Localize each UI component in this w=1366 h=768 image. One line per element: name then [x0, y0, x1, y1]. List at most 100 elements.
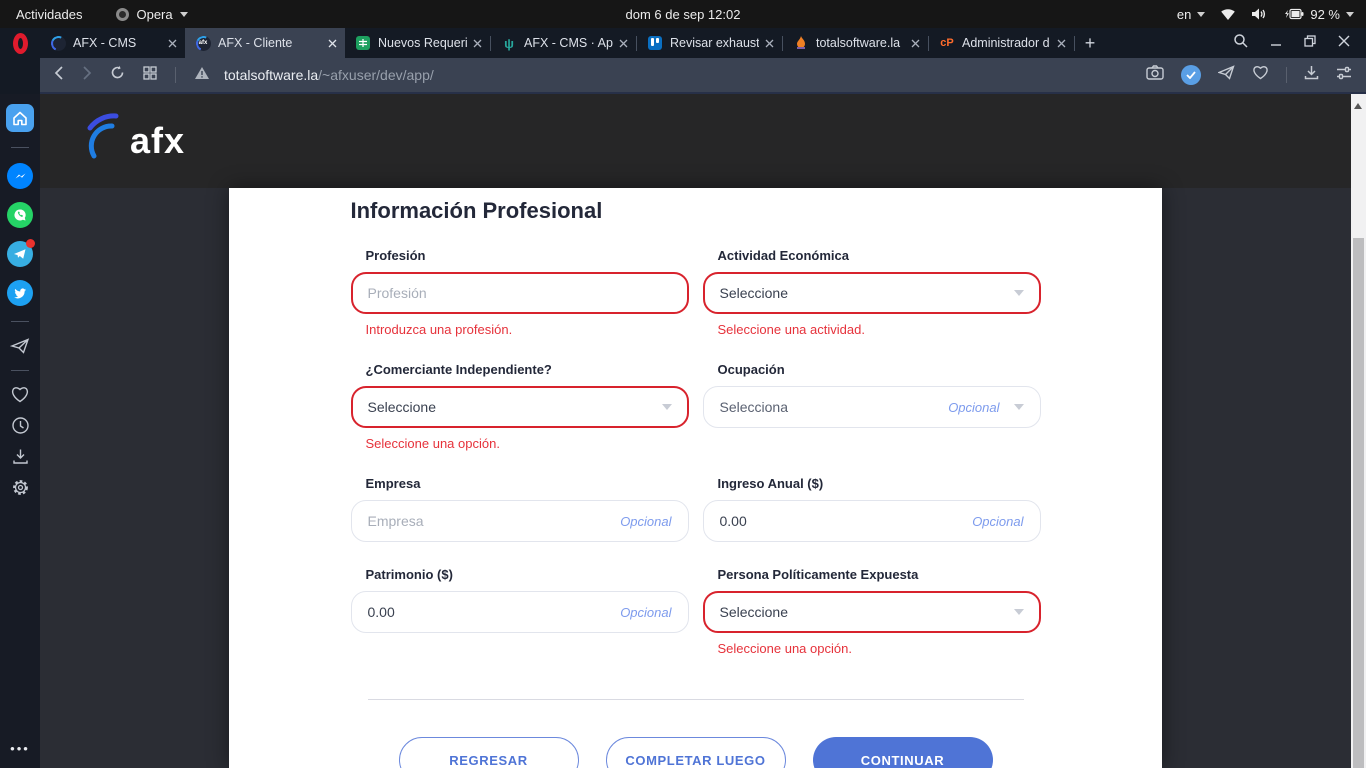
ingreso-anual-input[interactable] — [720, 513, 973, 529]
field-persona-politicamente-expuesta: Persona Políticamente Expuesta Seleccion… — [703, 567, 1041, 656]
comerciante-independiente-select[interactable]: Seleccione — [351, 386, 689, 428]
telegram-icon[interactable] — [7, 241, 33, 267]
trello-favicon-icon — [647, 35, 663, 51]
opera-logo-icon — [13, 33, 28, 54]
back-button[interactable] — [54, 66, 64, 85]
keyboard-layout-indicator[interactable]: en — [1177, 7, 1205, 22]
my-flow-icon[interactable] — [1218, 65, 1235, 85]
apia-favicon-icon: ψ — [501, 35, 517, 51]
snapshot-camera-icon[interactable] — [1146, 65, 1164, 85]
field-ocupacion: Ocupación Selecciona Opcional — [703, 362, 1041, 451]
minimize-button[interactable] — [1270, 34, 1282, 52]
profesion-input[interactable] — [368, 285, 672, 301]
continuar-button[interactable]: CONTINUAR — [813, 737, 993, 768]
easy-setup-tune-icon[interactable] — [1336, 66, 1352, 85]
close-icon[interactable] — [328, 39, 337, 48]
afx-favicon-icon: afx — [195, 35, 211, 51]
notification-badge — [26, 239, 35, 248]
my-flow-sidebar-icon[interactable] — [10, 337, 30, 355]
twitter-icon[interactable] — [7, 280, 33, 306]
field-patrimonio: Patrimonio ($) Opcional — [351, 567, 689, 656]
maximize-button[interactable] — [1304, 34, 1316, 52]
form-actions: REGRESAR COMPLETAR LUEGO CONTINUAR — [351, 737, 1041, 768]
scroll-up-arrow-icon[interactable] — [1354, 103, 1362, 109]
spreadsheet-favicon-icon — [355, 35, 371, 51]
bookmark-heart-icon[interactable] — [1252, 65, 1269, 85]
reload-button[interactable] — [110, 65, 125, 85]
error-message: Introduzca una profesión. — [351, 322, 689, 337]
search-icon[interactable] — [1233, 33, 1248, 53]
chevron-down-icon — [662, 404, 672, 410]
close-window-button[interactable] — [1338, 34, 1350, 52]
downloads-icon[interactable] — [12, 448, 29, 465]
wifi-icon[interactable] — [1220, 7, 1236, 21]
battery-indicator[interactable]: 92 % — [1282, 7, 1354, 22]
chevron-down-icon — [1014, 404, 1024, 410]
patrimonio-input-box: Opcional — [351, 591, 689, 633]
forward-button[interactable] — [82, 66, 92, 85]
empresa-input[interactable] — [368, 513, 621, 529]
history-clock-icon[interactable] — [11, 416, 30, 435]
tab-nuevos-requerimientos[interactable]: Nuevos Requerim — [345, 28, 490, 58]
app-menu-label: Opera — [136, 7, 172, 22]
close-icon[interactable] — [765, 39, 774, 48]
field-ingreso-anual: Ingreso Anual ($) Opcional — [703, 476, 1041, 542]
download-icon[interactable] — [1304, 65, 1319, 85]
address-url[interactable]: totalsoftware.la/~afxuser/dev/app/ — [224, 67, 434, 83]
site-header: afx — [40, 94, 1351, 188]
regresar-button[interactable]: REGRESAR — [399, 737, 579, 768]
new-tab-button[interactable]: + — [1075, 28, 1105, 58]
tab-revisar-exhaustivamente[interactable]: Revisar exhausti — [637, 28, 782, 58]
vpn-shield-icon[interactable] — [1181, 65, 1201, 85]
close-icon[interactable] — [473, 39, 482, 48]
tab-totalsoftware[interactable]: totalsoftware.la — [783, 28, 928, 58]
system-clock[interactable]: dom 6 de sep 12:02 — [0, 7, 1366, 22]
close-icon[interactable] — [1057, 39, 1066, 48]
close-icon[interactable] — [911, 39, 920, 48]
afx-logo[interactable]: afx — [78, 110, 185, 172]
field-profesion: Profesión Introduzca una profesión. — [351, 248, 689, 337]
tab-afx-cms-apia[interactable]: ψ AFX - CMS · Apia — [491, 28, 636, 58]
web-page: afx Información Profesional Profesión In… — [40, 94, 1351, 768]
persona-politicamente-expuesta-select[interactable]: Seleccione — [703, 591, 1041, 633]
not-secure-warning-icon[interactable] — [194, 66, 210, 85]
bookmarks-heart-icon[interactable] — [10, 386, 30, 403]
chevron-down-icon — [1346, 12, 1354, 17]
settings-gear-icon[interactable] — [11, 478, 30, 497]
scrollbar-thumb[interactable] — [1353, 238, 1364, 768]
field-comerciante-independiente: ¿Comerciante Independiente? Seleccione S… — [351, 362, 689, 451]
activities-button[interactable]: Actividades — [16, 7, 82, 22]
field-actividad-economica: Actividad Económica Seleccione Seleccion… — [703, 248, 1041, 337]
field-empresa: Empresa Opcional — [351, 476, 689, 542]
ubuntu-top-bar: dom 6 de sep 12:02 Actividades Opera en … — [0, 0, 1366, 28]
opera-menu-button[interactable] — [0, 28, 40, 58]
actividad-economica-select[interactable]: Seleccione — [703, 272, 1041, 314]
sidebar-overflow-icon[interactable]: ••• — [10, 741, 30, 756]
page-scrollbar[interactable] — [1351, 94, 1366, 768]
flame-favicon-icon — [793, 35, 809, 51]
browser-toolbar: totalsoftware.la/~afxuser/dev/app/ — [0, 58, 1366, 94]
messenger-icon[interactable] — [7, 163, 33, 189]
ocupacion-select[interactable]: Selecciona Opcional — [703, 386, 1041, 428]
optional-tag: Opcional — [972, 514, 1023, 529]
speed-dial-grid-icon[interactable] — [143, 66, 157, 85]
app-menu[interactable]: Opera — [116, 7, 187, 22]
chevron-down-icon — [1197, 12, 1205, 17]
opera-sidebar: ••• — [0, 94, 40, 768]
close-icon[interactable] — [619, 39, 628, 48]
opera-app-icon — [116, 8, 129, 21]
form-grid: Profesión Introduzca una profesión. Acti… — [351, 248, 1041, 681]
chevron-down-icon — [180, 12, 188, 17]
patrimonio-input[interactable] — [368, 604, 621, 620]
tab-administrador[interactable]: cP Administrador d — [929, 28, 1074, 58]
volume-icon[interactable] — [1251, 7, 1267, 21]
close-icon[interactable] — [168, 39, 177, 48]
optional-tag: Opcional — [620, 514, 671, 529]
optional-tag: Opcional — [948, 400, 999, 415]
tab-afx-cliente[interactable]: afx AFX - Cliente — [185, 28, 345, 58]
whatsapp-icon[interactable] — [7, 202, 33, 228]
tab-afx-cms[interactable]: AFX - CMS — [40, 28, 185, 58]
completar-luego-button[interactable]: COMPLETAR LUEGO — [606, 737, 786, 768]
speed-dial-home-icon[interactable] — [6, 104, 34, 132]
error-message: Seleccione una actividad. — [703, 322, 1041, 337]
